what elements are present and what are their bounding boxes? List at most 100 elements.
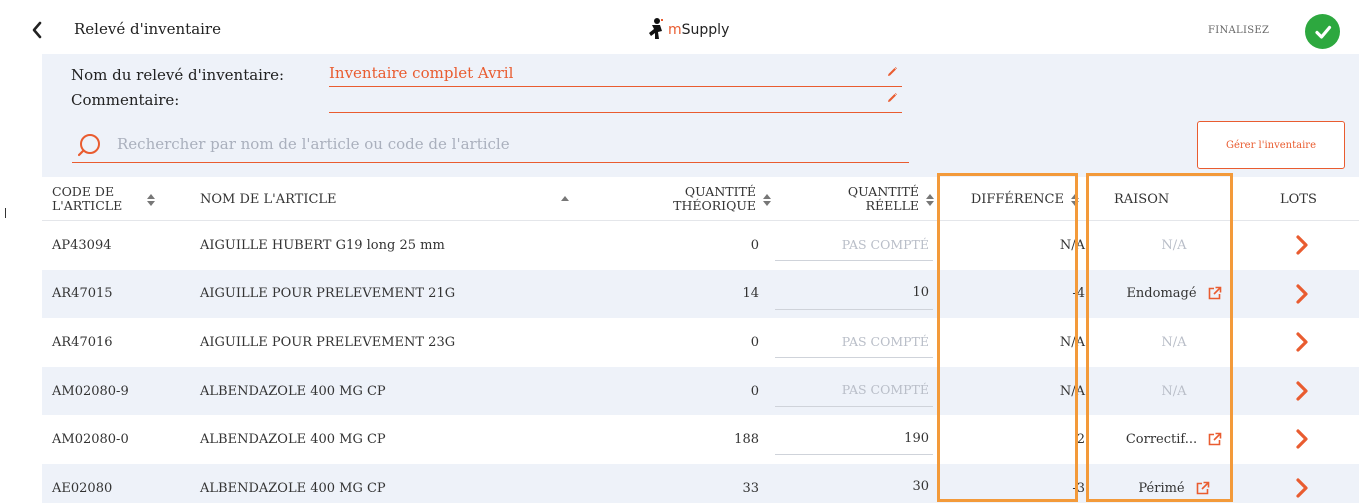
table-row[interactable]: AP43094 AIGUILLE HUBERT G19 long 25 mm 0… — [42, 221, 1359, 270]
comment-label: Commentaire: — [71, 91, 180, 109]
pencil-icon[interactable] — [886, 92, 898, 104]
reason-cell: N/A — [1114, 318, 1234, 367]
reason-value: N/A — [1161, 383, 1187, 399]
edge-marker — [5, 208, 6, 218]
finalize-button[interactable] — [1305, 14, 1340, 49]
table-row[interactable]: AE02080 ALBENDAZOLE 400 MG CP 33 30 -3 P… — [42, 463, 1359, 503]
chevron-right-icon[interactable] — [1292, 380, 1312, 402]
theoretical-quantity: 188 — [734, 432, 759, 448]
reason-value: Correctif... — [1125, 432, 1198, 448]
theoretical-quantity: 14 — [742, 286, 759, 302]
table-row[interactable]: AR47015 AIGUILLE POUR PRELEVEMENT 21G 14… — [42, 269, 1359, 319]
reason-cell: N/A — [1114, 221, 1234, 270]
table-row[interactable]: AM02080-0 ALBENDAZOLE 400 MG CP 188 190 … — [42, 415, 1359, 464]
reason-cell[interactable]: Correctif... — [1114, 415, 1234, 464]
item-name: AIGUILLE HUBERT G19 long 25 mm — [200, 237, 445, 253]
actual-quantity-input[interactable]: PAS COMPTÉ — [775, 228, 933, 261]
top-bar: Relevé d'inventaire mSupply FINALISEZ — [12, 8, 1359, 54]
item-code: AR47016 — [52, 334, 113, 350]
theoretical-header-line1: QUANTITÉ — [684, 184, 756, 199]
chevron-right-icon[interactable] — [1292, 331, 1312, 353]
difference-value: N/A — [1059, 237, 1085, 253]
pencil-icon[interactable] — [886, 66, 898, 78]
difference-value: -4 — [1072, 286, 1085, 302]
actual-header-line2: RÉELLE — [865, 198, 919, 213]
brand-prefix: m — [668, 22, 682, 38]
finalize-label: FINALISEZ — [1208, 25, 1270, 36]
column-header-difference[interactable]: DIFFÉRENCE — [952, 177, 1080, 221]
difference-value: N/A — [1059, 383, 1085, 399]
item-code: AE02080 — [52, 480, 113, 496]
difference-value: 2 — [1076, 432, 1085, 448]
chevron-right-icon[interactable] — [1292, 477, 1312, 499]
actual-quantity-input[interactable]: 30 — [775, 471, 933, 503]
checkmark-icon — [1314, 25, 1331, 39]
difference-value: -3 — [1072, 480, 1085, 496]
reason-header: RAISON — [1114, 191, 1170, 207]
item-code: AM02080-9 — [52, 383, 129, 399]
actual-quantity-input[interactable]: PAS COMPTÉ — [775, 374, 933, 407]
actual-quantity-input[interactable]: PAS COMPTÉ — [775, 325, 933, 359]
column-header-theoretical[interactable]: QUANTITÉ THÉORIQUE — [602, 177, 772, 221]
back-button[interactable] — [28, 18, 46, 42]
table-row[interactable]: AM02080-9 ALBENDAZOLE 400 MG CP 0 PAS CO… — [42, 366, 1359, 416]
reason-cell[interactable]: Périmé — [1114, 464, 1234, 503]
actual-quantity-input[interactable]: 190 — [775, 422, 933, 456]
sort-icon — [1070, 192, 1080, 206]
manage-stocktake-button[interactable]: Gérer l'inventaire — [1197, 121, 1345, 169]
reason-value: N/A — [1161, 334, 1187, 350]
theoretical-quantity: 0 — [750, 334, 759, 350]
table-header: CODE DE L'ARTICLE NOM DE L'ARTICLE QUANT… — [42, 177, 1359, 221]
item-name: ALBENDAZOLE 400 MG CP — [200, 383, 386, 399]
item-name: AIGUILLE POUR PRELEVEMENT 23G — [200, 334, 456, 350]
comment-field[interactable] — [329, 89, 902, 113]
stocktake-screen: Relevé d'inventaire mSupply FINALISEZ No… — [12, 0, 1359, 503]
chevron-right-icon[interactable] — [1292, 428, 1312, 450]
search-input[interactable] — [117, 132, 897, 156]
item-code: AR47015 — [52, 286, 113, 302]
msupply-logo: mSupply — [646, 16, 729, 44]
reason-value: Périmé — [1138, 480, 1185, 496]
column-header-name[interactable]: NOM DE L'ARTICLE — [200, 177, 580, 221]
external-link-icon[interactable] — [1207, 432, 1222, 447]
brand-name: Supply — [681, 22, 730, 38]
theoretical-quantity: 0 — [750, 237, 759, 253]
theoretical-quantity: 33 — [742, 480, 759, 496]
stocktake-name-field[interactable]: Inventaire complet Avril — [329, 63, 902, 87]
actual-header-line1: QUANTITÉ — [847, 184, 919, 199]
sort-icon — [925, 192, 935, 206]
external-link-icon[interactable] — [1195, 481, 1210, 496]
name-header: NOM DE L'ARTICLE — [200, 191, 337, 207]
lots-header: LOTS — [1280, 191, 1317, 207]
reason-cell[interactable]: Endomagé — [1114, 270, 1234, 319]
actual-quantity-input[interactable]: 10 — [775, 277, 933, 310]
stocktake-name-value: Inventaire complet Avril — [329, 64, 514, 82]
search-icon[interactable] — [78, 132, 106, 160]
difference-value: N/A — [1059, 334, 1085, 350]
reason-value: Endomagé — [1126, 286, 1197, 302]
table-body: AP43094 AIGUILLE HUBERT G19 long 25 mm 0… — [42, 221, 1359, 503]
external-link-icon[interactable] — [1207, 286, 1222, 301]
chevron-right-icon[interactable] — [1292, 283, 1312, 305]
code-header-line1: CODE DE — [52, 184, 115, 199]
table-row[interactable]: AR47016 AIGUILLE POUR PRELEVEMENT 23G 0 … — [42, 318, 1359, 367]
column-header-actual[interactable]: QUANTITÉ RÉELLE — [772, 177, 935, 221]
reason-cell: N/A — [1114, 367, 1234, 416]
column-header-code[interactable]: CODE DE L'ARTICLE — [52, 177, 172, 221]
page-title: Relevé d'inventaire — [74, 20, 221, 38]
difference-header: DIFFÉRENCE — [970, 191, 1064, 207]
item-name: AIGUILLE POUR PRELEVEMENT 21G — [200, 286, 456, 302]
item-code: AM02080-0 — [52, 432, 129, 448]
chevron-right-icon[interactable] — [1292, 234, 1312, 256]
column-header-lots: LOTS — [1280, 177, 1340, 221]
sort-icon — [146, 192, 156, 206]
runner-logo-icon — [649, 18, 663, 39]
item-name: ALBENDAZOLE 400 MG CP — [200, 432, 386, 448]
item-name: ALBENDAZOLE 400 MG CP — [200, 480, 386, 496]
theoretical-quantity: 0 — [750, 383, 759, 399]
name-label: Nom du relevé d'inventaire: — [71, 66, 285, 84]
item-code: AP43094 — [52, 237, 112, 253]
chevron-left-icon — [32, 21, 42, 39]
column-header-reason: RAISON — [1114, 177, 1234, 221]
reason-value: N/A — [1161, 237, 1187, 253]
